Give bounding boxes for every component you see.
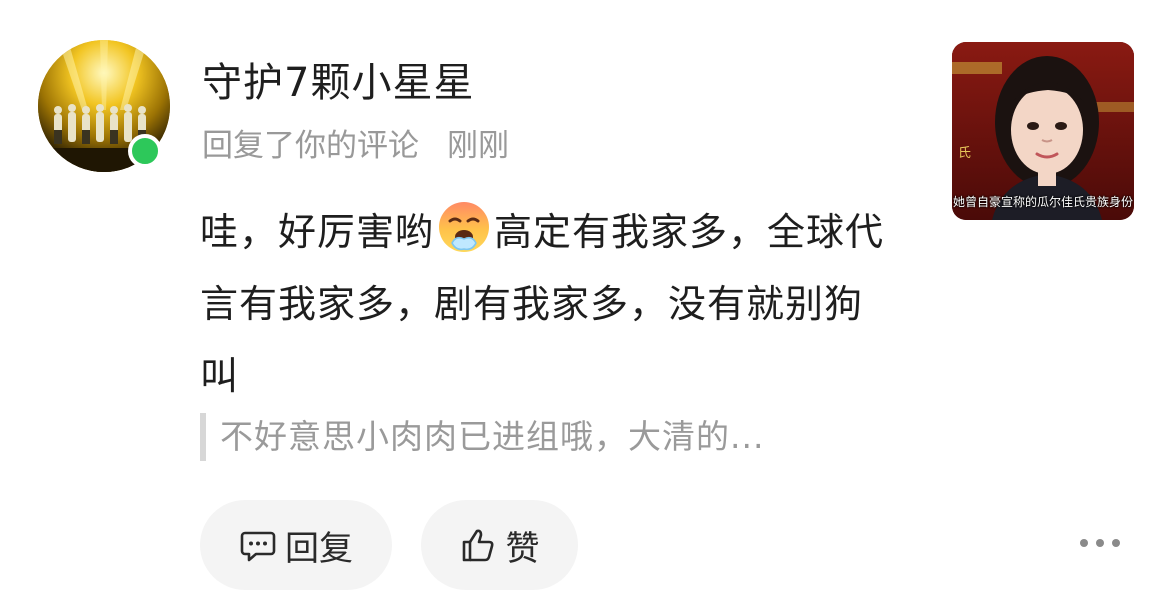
more-dot <box>1096 539 1104 547</box>
notification-meta: 回复了你的评论 刚刚 <box>202 120 509 165</box>
username[interactable]: 守护7颗小星星 <box>202 50 474 108</box>
comment-bubble-icon <box>240 531 276 562</box>
notification-card: 守护7颗小星星 回复了你的评论 刚刚 哇，好厉害哟 高定有我家多，全球代言有我家多… <box>0 0 1174 601</box>
more-dot <box>1080 539 1088 547</box>
comment-part1: 哇，好厉害哟 <box>200 210 435 254</box>
quoted-comment[interactable]: 不好意思小肉肉已进组哦，大清的... <box>200 413 764 461</box>
action-text: 回复了你的评论 <box>202 128 419 164</box>
thumbnail-image[interactable]: 氏 她曾自豪宣称的瓜尔佳氏贵族身份 <box>952 42 1134 220</box>
thumbnail-caption: 她曾自豪宣称的瓜尔佳氏贵族身份 <box>952 195 1133 209</box>
thumbnail-side-text: 氏 <box>958 146 972 161</box>
exhale-steam-emoji <box>439 202 490 252</box>
like-button[interactable]: 赞 <box>421 500 578 590</box>
more-dot <box>1112 539 1120 547</box>
reply-button[interactable]: 回复 <box>200 500 392 590</box>
timestamp: 刚刚 <box>447 128 509 164</box>
reply-label: 回复 <box>285 528 353 569</box>
comment-text: 哇，好厉害哟 高定有我家多，全球代言有我家多，剧有我家多，没有就别狗叫 <box>200 196 900 412</box>
thumbs-up-icon <box>462 529 493 562</box>
online-status-dot <box>128 134 162 168</box>
more-dots-icon[interactable] <box>1080 535 1120 551</box>
like-label: 赞 <box>505 528 540 569</box>
